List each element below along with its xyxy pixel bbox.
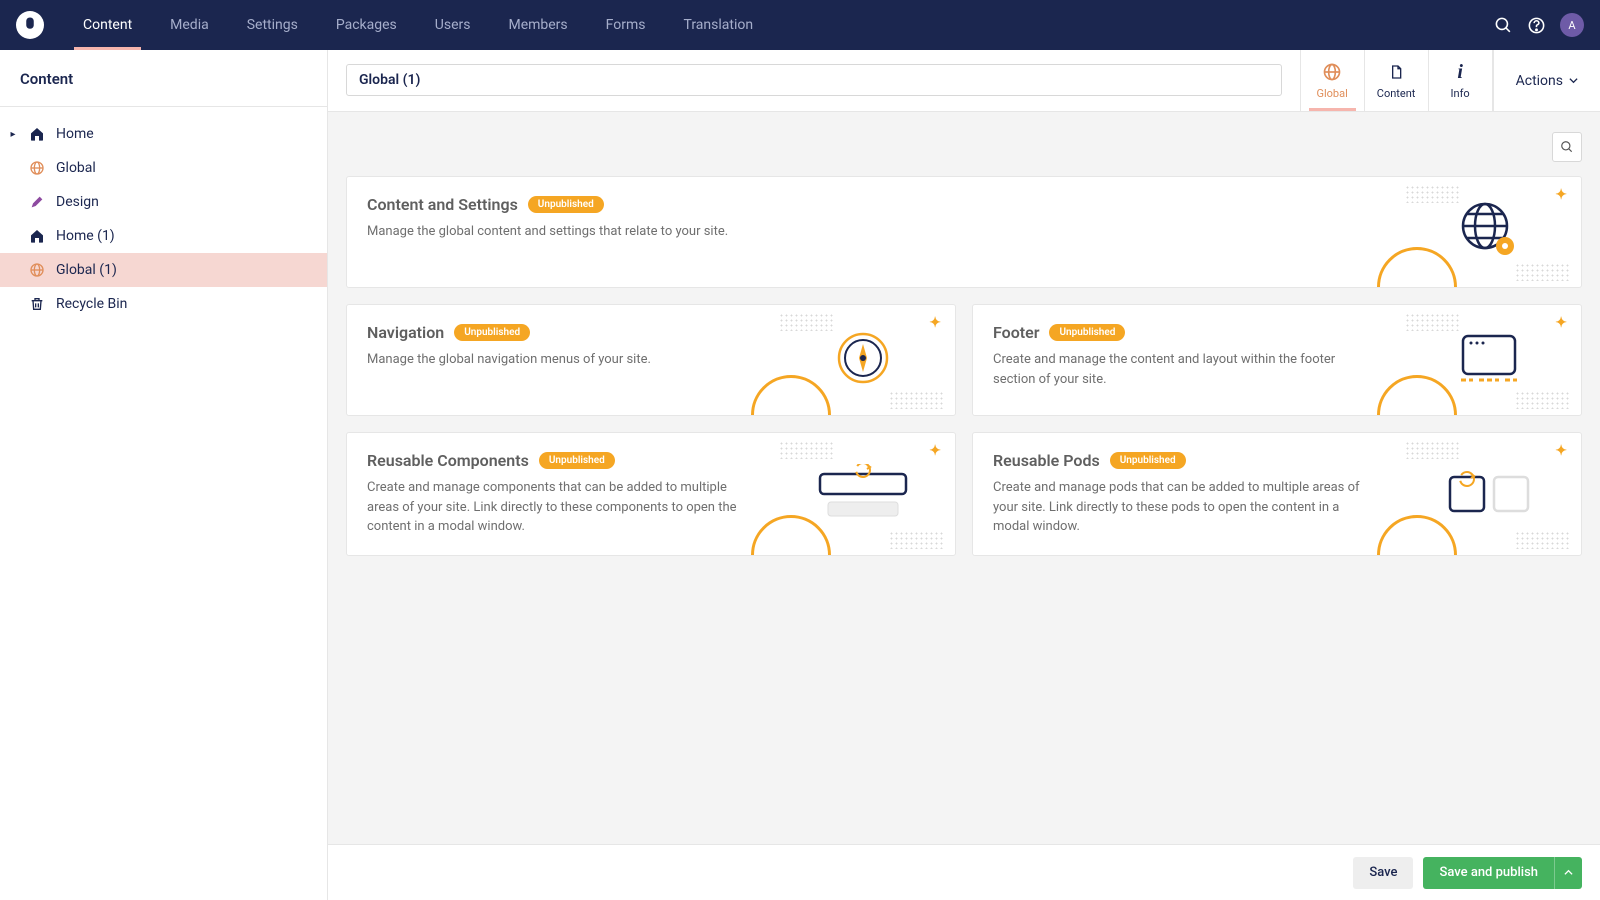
globe-icon xyxy=(1322,61,1342,83)
tree-item-label: Global (1) xyxy=(56,262,307,278)
tab-label: Info xyxy=(1451,87,1470,100)
card-description: Create and manage pods that can be added… xyxy=(993,478,1377,537)
search-icon[interactable] xyxy=(1494,16,1513,35)
globe-icon xyxy=(28,159,46,177)
info-icon: i xyxy=(1457,61,1463,83)
tree-item-home-1-[interactable]: Home (1) xyxy=(0,219,327,253)
content-card[interactable]: Content and Settings Unpublished Manage … xyxy=(346,176,1582,288)
card-description: Create and manage the content and layout… xyxy=(993,350,1377,389)
status-badge: Unpublished xyxy=(528,196,604,213)
sidebar-header: Content xyxy=(0,50,327,107)
topnav-item-members[interactable]: Members xyxy=(489,0,586,50)
content-card[interactable]: Navigation Unpublished Manage the global… xyxy=(346,304,956,416)
help-icon[interactable] xyxy=(1527,16,1546,35)
topnav-item-settings[interactable]: Settings xyxy=(228,0,317,50)
card-illustration: ✦ xyxy=(1397,177,1581,287)
actions-menu[interactable]: Actions xyxy=(1493,50,1600,111)
card-description: Manage the global content and settings t… xyxy=(367,222,1377,242)
home-icon xyxy=(28,125,46,143)
card-title: Reusable Pods xyxy=(993,451,1100,470)
status-badge: Unpublished xyxy=(1049,324,1125,341)
node-title-input[interactable] xyxy=(346,64,1282,96)
card-description: Manage the global navigation menus of yo… xyxy=(367,350,751,370)
content-search-button[interactable] xyxy=(1552,132,1582,162)
sidebar: Content ▸ Home Global Design Home (1) Gl… xyxy=(0,50,328,900)
card-title: Reusable Components xyxy=(367,451,529,470)
topnav-item-packages[interactable]: Packages xyxy=(317,0,416,50)
save-and-publish-button[interactable]: Save and publish xyxy=(1423,857,1554,889)
tree-item-label: Recycle Bin xyxy=(56,296,307,312)
card-illustration: ✦ xyxy=(1397,305,1581,415)
tree-item-label: Home (1) xyxy=(56,228,307,244)
tab-content[interactable]: Content xyxy=(1365,50,1429,111)
tree-item-label: Home xyxy=(56,126,307,142)
content-area: Content and Settings Unpublished Manage … xyxy=(328,112,1600,844)
topnav-item-forms[interactable]: Forms xyxy=(587,0,665,50)
tab-global[interactable]: Global xyxy=(1301,50,1365,111)
tree-item-design[interactable]: Design xyxy=(0,185,327,219)
publish-options-dropdown[interactable] xyxy=(1554,857,1582,889)
doc-icon xyxy=(1388,61,1404,83)
tree-item-label: Design xyxy=(56,194,307,210)
editor-header: Global Content i Info Actions xyxy=(328,50,1600,112)
card-title: Content and Settings xyxy=(367,195,518,214)
status-badge: Unpublished xyxy=(454,324,530,341)
tab-info[interactable]: i Info xyxy=(1429,50,1493,111)
tree-item-recycle-bin[interactable]: Recycle Bin xyxy=(0,287,327,321)
topnav-item-media[interactable]: Media xyxy=(151,0,228,50)
tree-item-home[interactable]: ▸ Home xyxy=(0,117,327,151)
status-badge: Unpublished xyxy=(1110,452,1186,469)
content-card[interactable]: Reusable Components Unpublished Create a… xyxy=(346,432,956,556)
topnav-item-translation[interactable]: Translation xyxy=(664,0,772,50)
save-button[interactable]: Save xyxy=(1353,857,1413,889)
card-illustration: ✦ xyxy=(1397,433,1581,555)
card-title: Navigation xyxy=(367,323,444,342)
content-card[interactable]: Footer Unpublished Create and manage the… xyxy=(972,304,1582,416)
editor-footer: Save Save and publish xyxy=(328,844,1600,900)
card-illustration: ✦ xyxy=(771,433,955,555)
user-avatar[interactable]: A xyxy=(1560,13,1584,37)
topnav-item-content[interactable]: Content xyxy=(64,0,151,50)
content-card[interactable]: Reusable Pods Unpublished Create and man… xyxy=(972,432,1582,556)
tab-label: Global xyxy=(1316,87,1347,100)
trash-icon xyxy=(28,295,46,313)
card-illustration: ✦ xyxy=(771,305,955,415)
globe-icon xyxy=(28,261,46,279)
tab-label: Content xyxy=(1377,87,1416,100)
caret-icon: ▸ xyxy=(8,129,18,140)
app-logo[interactable] xyxy=(16,11,44,39)
home-icon xyxy=(28,227,46,245)
status-badge: Unpublished xyxy=(539,452,615,469)
topnav-item-users[interactable]: Users xyxy=(416,0,490,50)
palette-icon xyxy=(28,193,46,211)
tree-item-global-1-[interactable]: Global (1) xyxy=(0,253,327,287)
top-navigation: ContentMediaSettingsPackagesUsersMembers… xyxy=(0,0,1600,50)
card-title: Footer xyxy=(993,323,1039,342)
card-description: Create and manage components that can be… xyxy=(367,478,751,537)
tree-item-global[interactable]: Global xyxy=(0,151,327,185)
tree-item-label: Global xyxy=(56,160,307,176)
